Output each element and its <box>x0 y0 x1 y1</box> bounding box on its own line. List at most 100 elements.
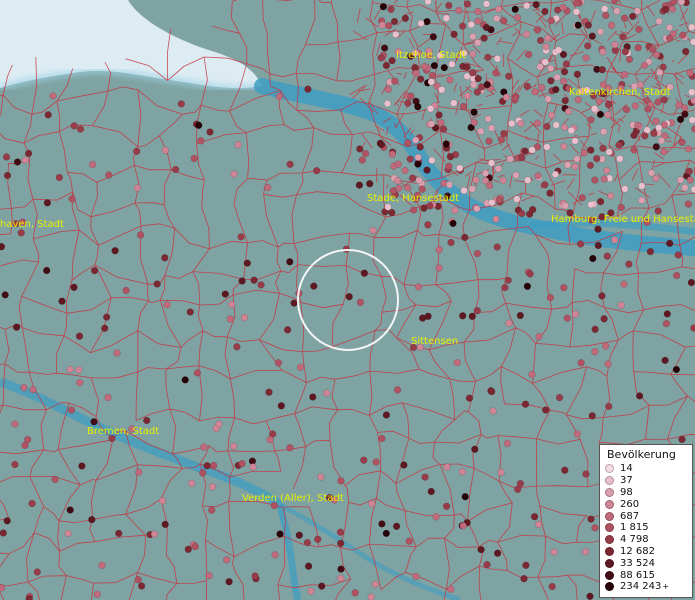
municipality-dot <box>430 61 439 70</box>
municipality-dot <box>184 545 192 553</box>
municipality-dot <box>604 111 612 119</box>
municipality-dot <box>604 360 612 368</box>
municipality-dot <box>68 195 76 203</box>
municipality-dot <box>652 174 660 183</box>
municipality-dot <box>133 184 142 192</box>
municipality-dot <box>451 206 459 214</box>
municipality-dot <box>480 34 488 42</box>
municipality-dot <box>505 319 513 327</box>
municipality-dot <box>522 561 530 569</box>
municipality-dot <box>385 22 393 30</box>
legend-swatch <box>605 570 614 580</box>
municipality-dot <box>528 370 536 379</box>
municipality-dot <box>337 565 345 573</box>
municipality-dot <box>12 323 21 331</box>
municipality-dot <box>524 176 532 184</box>
municipality-dot <box>378 520 386 528</box>
municipality-dot <box>676 176 685 184</box>
municipality-dot <box>596 28 605 36</box>
municipality-dot <box>531 88 539 96</box>
municipality-dot <box>503 439 512 448</box>
municipality-dot <box>546 189 554 197</box>
municipality-dot <box>191 542 199 551</box>
municipality-dot <box>660 148 668 156</box>
municipality-dot <box>427 78 435 86</box>
municipality-dot <box>670 0 678 6</box>
municipality-dot <box>678 435 686 444</box>
municipality-dot <box>488 198 496 207</box>
municipality-dot <box>514 485 522 493</box>
municipality-dot <box>528 146 536 154</box>
municipality-dot <box>1 291 9 299</box>
municipality-dot <box>483 80 491 89</box>
municipality-dot <box>687 278 695 287</box>
municipality-dot <box>621 47 630 56</box>
municipality-dot <box>641 132 649 140</box>
legend-classes: 14 37 98 260 687 1 815 4 798 12 682 33 524 88 615… <box>600 463 692 593</box>
municipality-dot <box>415 176 423 185</box>
municipality-dot <box>394 160 402 168</box>
municipality-dot <box>588 32 596 40</box>
municipality-dot <box>630 131 638 140</box>
municipality-dot <box>483 560 491 569</box>
municipality-dot <box>665 23 674 32</box>
municipality-dot <box>469 69 477 77</box>
municipality-dot <box>414 103 422 111</box>
municipality-dot <box>367 593 375 600</box>
municipality-dot <box>598 66 606 74</box>
municipality-dot <box>412 69 420 77</box>
municipality-dot <box>595 97 603 105</box>
municipality-dot <box>459 312 467 320</box>
municipality-dot <box>206 128 214 136</box>
municipality-dot <box>661 5 670 14</box>
municipality-dot <box>243 259 251 267</box>
municipality-dot <box>564 107 573 116</box>
municipality-dot <box>541 181 549 189</box>
municipality-dot <box>90 418 98 426</box>
municipality-dot <box>456 164 464 172</box>
municipality-dot <box>613 7 621 15</box>
municipality-dot <box>181 376 189 384</box>
municipality-dot <box>427 120 436 128</box>
municipality-dot <box>594 225 602 233</box>
municipality-dot <box>523 2 531 10</box>
municipality-dot <box>103 313 111 321</box>
municipality-dot <box>440 63 448 72</box>
municipality-dot <box>295 531 303 539</box>
municipality-dot <box>578 194 586 202</box>
municipality-dot <box>586 161 595 170</box>
municipality-dot <box>591 325 599 333</box>
legend-row: 1 815 <box>600 522 692 534</box>
municipality-dot <box>55 173 63 182</box>
municipality-dot <box>621 185 629 193</box>
municipality-dot <box>488 387 496 396</box>
municipality-dot <box>380 44 389 52</box>
municipality-dot <box>405 537 413 545</box>
municipality-dot <box>616 155 624 163</box>
municipality-dot <box>563 314 571 322</box>
municipality-dot <box>314 535 322 543</box>
municipality-dot <box>577 359 585 367</box>
municipality-dot <box>604 101 613 109</box>
legend-row: 14 <box>600 463 692 475</box>
municipality-dot <box>427 487 435 496</box>
municipality-dot <box>587 200 595 209</box>
place-label-itzehoe: Itzehoe, Stadt <box>396 50 466 61</box>
municipality-dot <box>634 44 642 52</box>
municipality-dot <box>501 283 509 292</box>
municipality-dot <box>477 127 485 135</box>
municipality-dot <box>541 7 549 16</box>
municipality-dot <box>379 3 388 11</box>
municipality-dot <box>208 506 216 514</box>
municipality-dot <box>317 473 325 481</box>
municipality-dot <box>345 293 353 301</box>
municipality-dot <box>401 166 409 175</box>
place-label-bremen: Bremen, Stadt <box>87 426 159 437</box>
municipality-dot <box>98 561 106 570</box>
map-canvas[interactable]: Itzehoe, Stadt Kaltenkirchen, Stadt Stad… <box>0 0 695 600</box>
municipality-dot <box>458 468 467 476</box>
municipality-dot <box>257 281 265 289</box>
municipality-dot <box>593 154 601 163</box>
municipality-dot <box>494 165 503 173</box>
municipality-dot <box>542 42 550 51</box>
